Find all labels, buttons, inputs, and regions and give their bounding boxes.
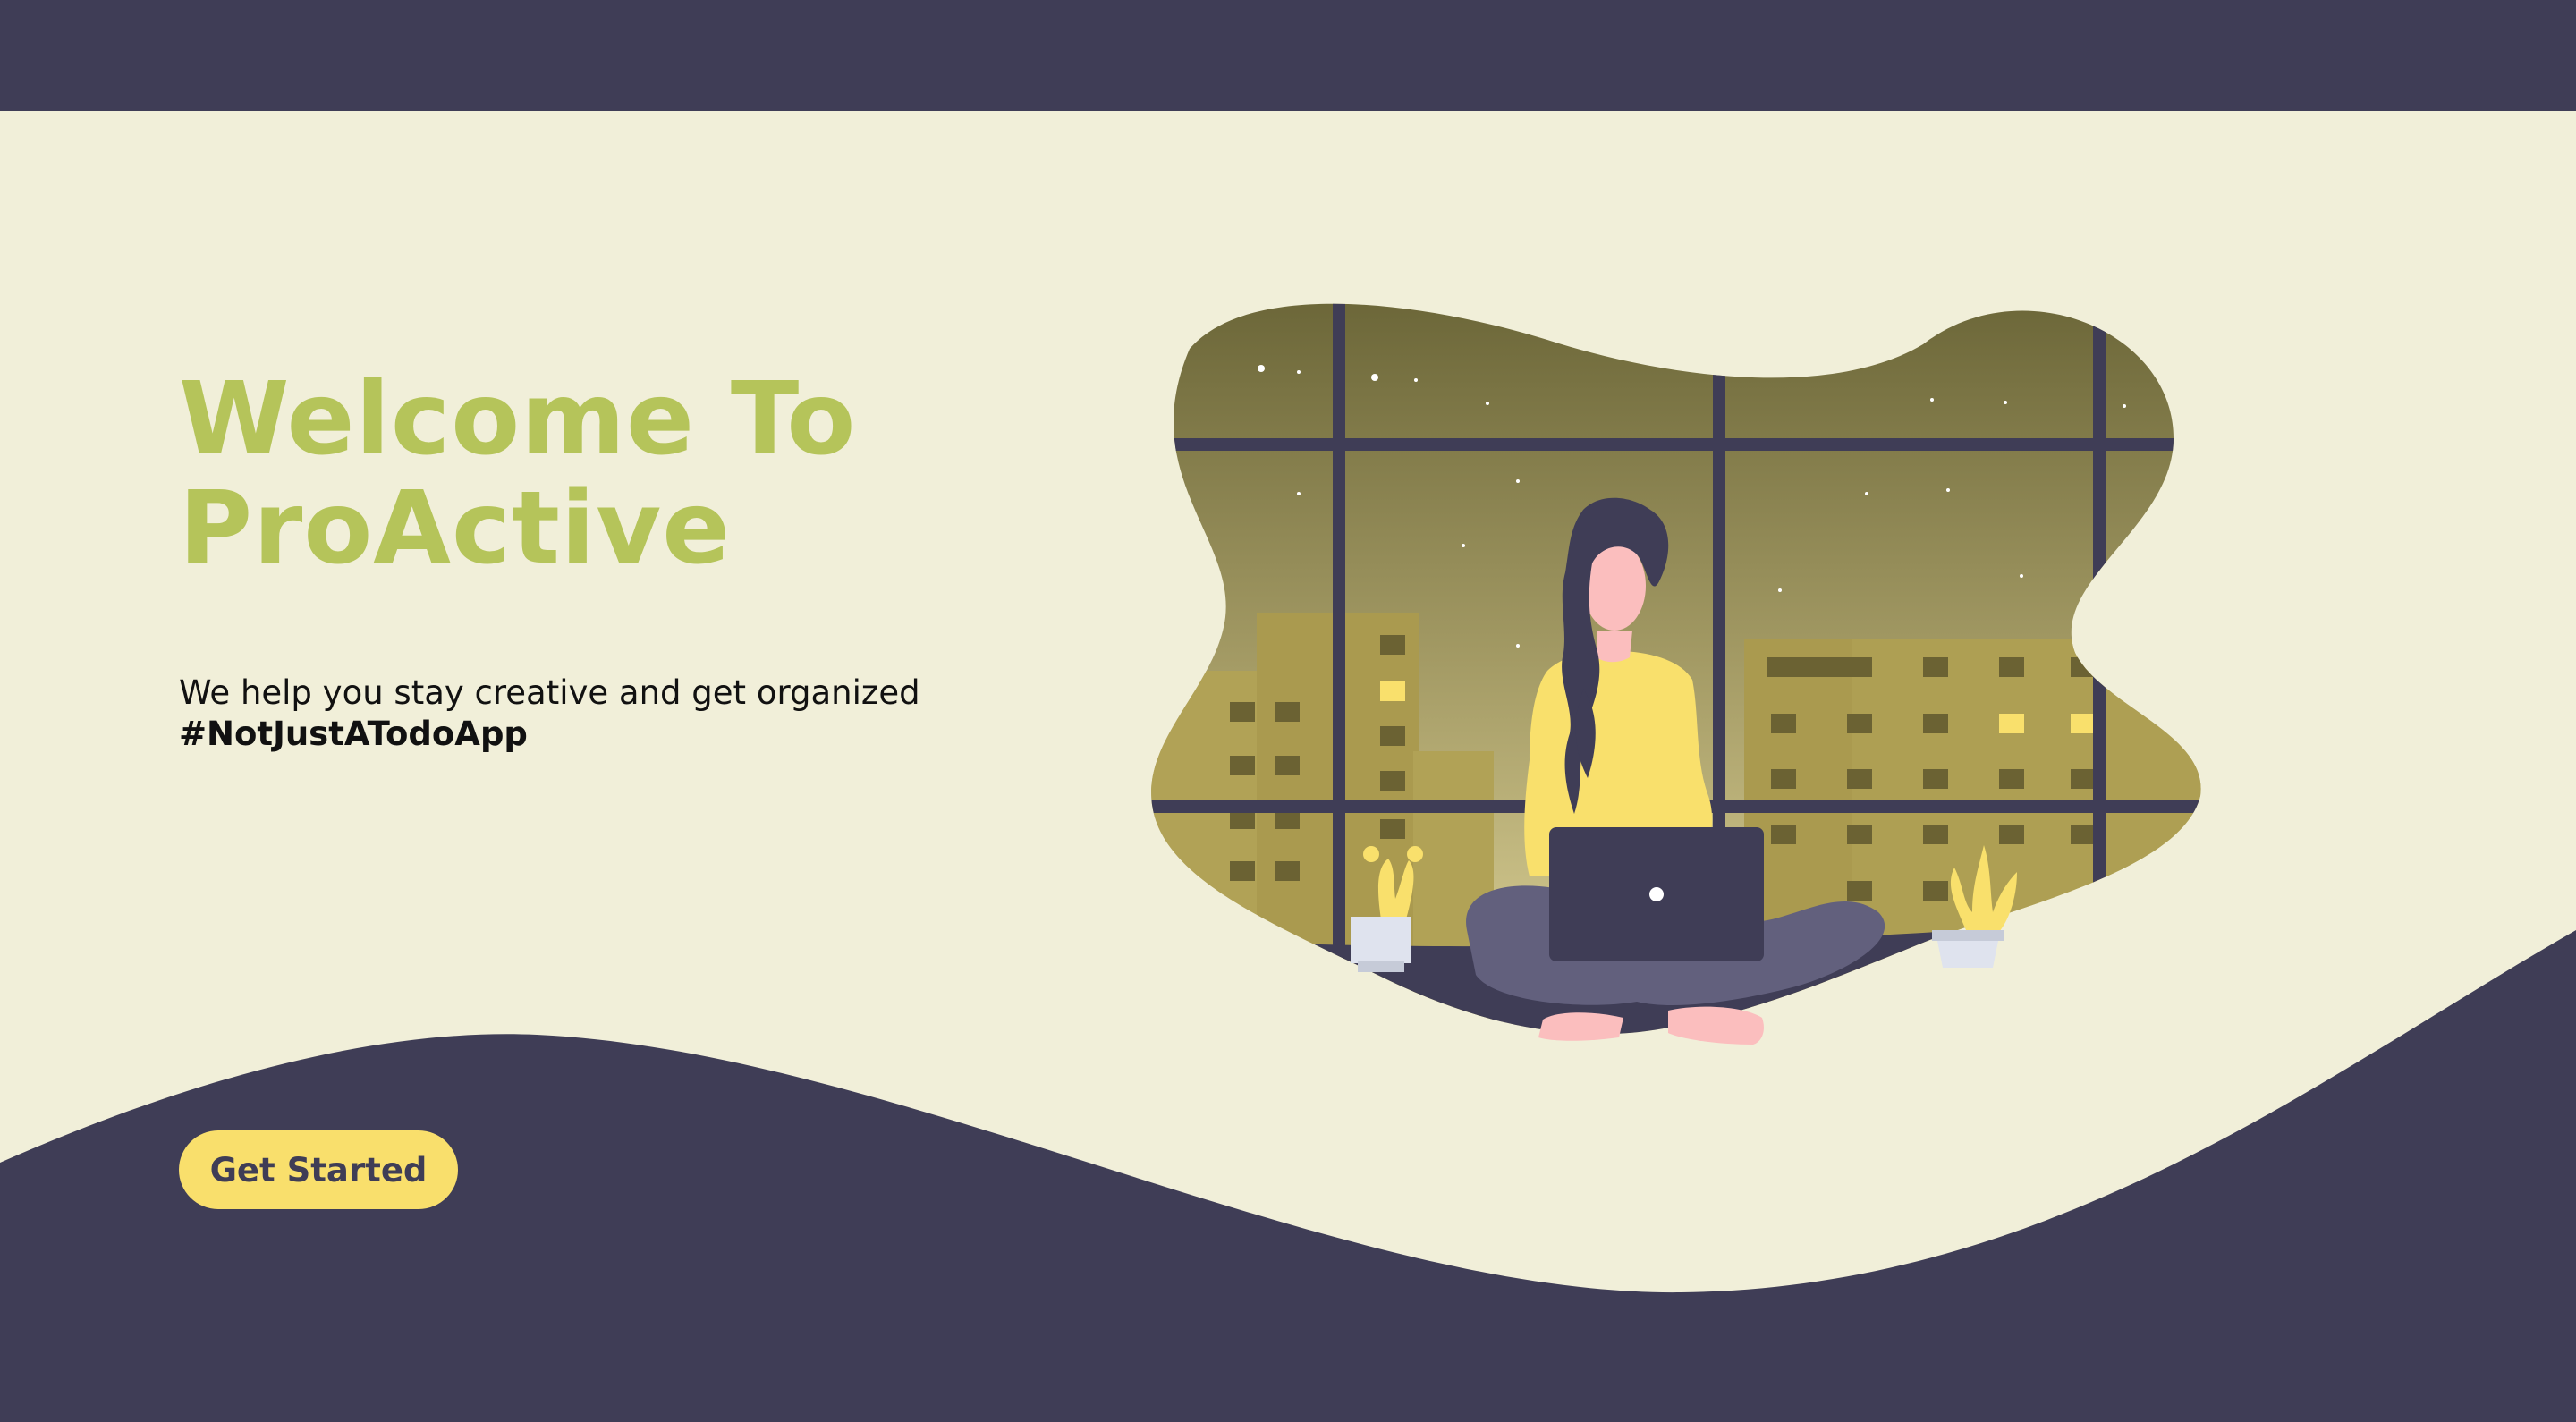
get-started-button[interactable]: Get Started [179,1130,458,1209]
hero-title-line-1: Welcome To [179,361,857,478]
woman-with-laptop-illustration-icon [1151,303,2201,1045]
hero-title-line-2: ProActive [179,470,732,587]
hero-title: Welcome To ProActive [179,365,856,583]
hero-hashtag: #NotJustATodoApp [179,715,528,753]
landing-page: Welcome To ProActive We help you stay cr… [0,0,2576,1422]
hero-tagline: We help you stay creative and get organi… [179,673,920,712]
